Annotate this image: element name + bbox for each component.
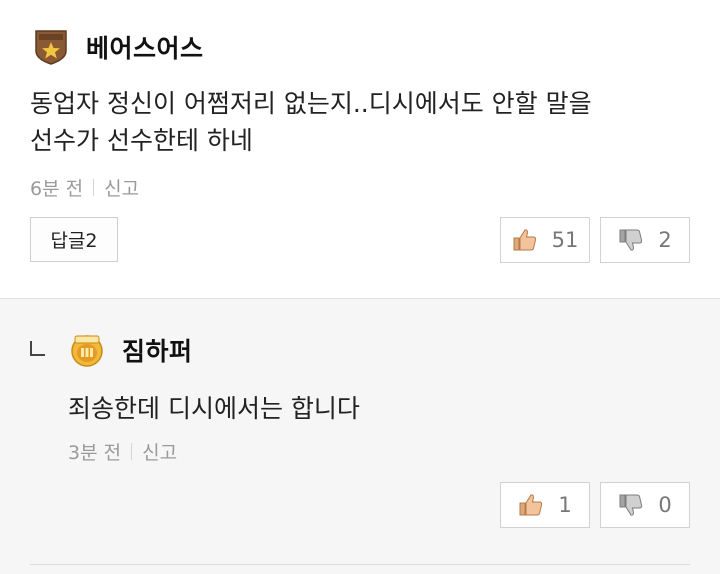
like-button[interactable]: 1 <box>500 482 590 528</box>
reply-indent-icon <box>30 341 45 356</box>
like-count: 1 <box>558 493 572 517</box>
comment-author-name[interactable]: 베어스어스 <box>86 29 204 65</box>
reply-meta: 3분 전 신고 <box>68 438 177 465</box>
thumbs-up-icon <box>518 492 544 518</box>
dislike-button[interactable]: 2 <box>600 217 690 263</box>
comment-card: 베어스어스 동업자 정신이 어쩜저리 없는지..디시에서도 안할 말을 선수가 … <box>0 0 720 298</box>
reply-author-row: 짐하퍼 <box>70 332 193 368</box>
reply-author-name[interactable]: 짐하퍼 <box>122 332 193 368</box>
divider <box>93 179 95 196</box>
junior-star-badge-icon <box>34 29 68 65</box>
divider <box>30 564 690 565</box>
thumbs-down-icon <box>618 492 644 518</box>
thumbs-down-icon <box>618 227 644 253</box>
dislike-count: 2 <box>658 228 672 252</box>
comment-text-line: 동업자 정신이 어쩜저리 없는지..디시에서도 안할 말을 <box>30 89 592 118</box>
reply-text: 죄송한데 디시에서는 합니다 <box>68 394 360 423</box>
comment-author-row: 베어스어스 <box>34 29 204 65</box>
dislike-button[interactable]: 0 <box>600 482 690 528</box>
thumbs-up-icon <box>512 227 538 253</box>
comment-meta: 6분 전 신고 <box>30 174 139 201</box>
report-link[interactable]: 신고 <box>104 174 139 201</box>
reply-timestamp: 3분 전 <box>68 442 122 464</box>
divider <box>131 443 133 460</box>
comment-timestamp: 6분 전 <box>30 178 84 200</box>
master-gold-badge-icon <box>70 332 104 368</box>
comment-text-line: 선수가 선수한테 하네 <box>30 126 253 155</box>
like-button[interactable]: 51 <box>500 217 590 263</box>
reply-count-button[interactable]: 답글2 <box>30 217 118 262</box>
like-count: 51 <box>551 228 579 252</box>
comment-text: 동업자 정신이 어쩜저리 없는지..디시에서도 안할 말을 선수가 선수한테 하… <box>30 85 592 159</box>
report-link[interactable]: 신고 <box>142 438 177 465</box>
dislike-count: 0 <box>658 493 672 517</box>
